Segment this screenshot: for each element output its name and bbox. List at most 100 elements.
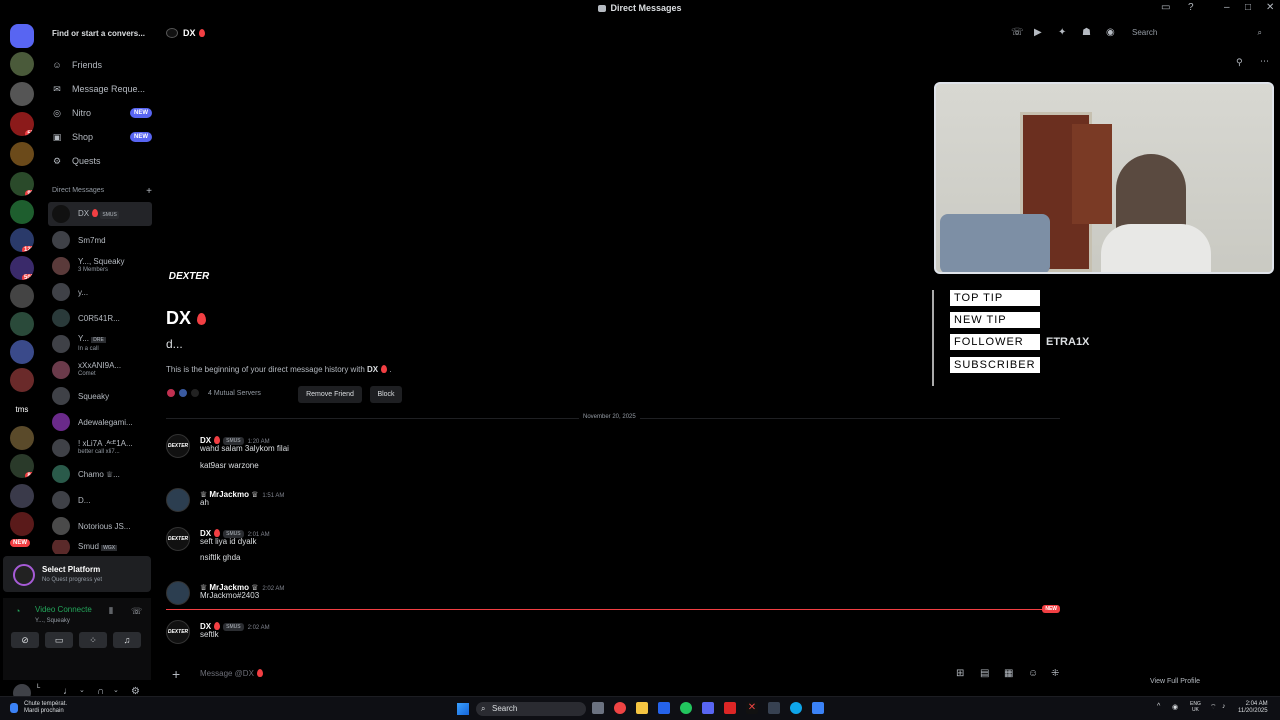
signal-icon[interactable]: ◔ <box>15 606 20 616</box>
chevron-down-icon[interactable]: ⌄ <box>113 686 119 694</box>
profile-avatar[interactable]: DEXTER <box>166 257 212 297</box>
disconnect-icon[interactable]: ☏ <box>131 606 142 617</box>
message[interactable]: ♕ MrJackmo ♕ 2:02 AM MrJackmo#2403 <box>166 579 1046 609</box>
avatar[interactable] <box>166 488 190 512</box>
whatsapp-icon[interactable] <box>680 702 692 714</box>
message-input[interactable]: Message @DX <box>200 669 263 678</box>
message-composer[interactable]: + Message @DX ⊞ ▤ ▦ ☺ ⁜ <box>166 664 1066 684</box>
camera-off-icon[interactable]: ⊘ <box>11 632 39 648</box>
message[interactable]: ♕ MrJackmo ♕ 1:51 AM ah <box>166 486 1046 516</box>
server-text-icon[interactable]: tms <box>10 398 34 422</box>
chevron-up-icon[interactable]: ^ <box>1157 703 1160 710</box>
opera-icon[interactable] <box>614 702 626 714</box>
quest-card[interactable]: Select Platform No Quest progress yet <box>3 556 151 592</box>
wifi-icon[interactable]: ⌔ <box>1210 703 1217 712</box>
remove-friend-button[interactable]: Remove Friend <box>298 386 362 403</box>
windows-start-icon[interactable] <box>457 703 469 715</box>
avatar[interactable]: DEXTER <box>166 434 190 458</box>
thermometer-icon[interactable] <box>10 703 18 713</box>
server-icon[interactable] <box>10 512 34 536</box>
minimize-button[interactable]: – <box>1224 2 1230 13</box>
volume-icon[interactable]: ♪ <box>1222 703 1226 710</box>
language-indicator[interactable]: ENG UK <box>1190 701 1201 713</box>
taskbar-search[interactable]: ⌕ Search <box>476 702 586 716</box>
weather-widget[interactable]: Chute températ. Mardi prochain <box>24 701 67 715</box>
video-call-icon[interactable]: ▶ <box>1034 27 1042 38</box>
message[interactable]: DEXTER DX SMUS 2:01 AM seft liya id dyalk … <box>166 525 1046 565</box>
server-icon[interactable]: 55 <box>10 112 34 136</box>
new-servers-badge[interactable]: NEW <box>10 539 30 547</box>
close-button[interactable]: ✕ <box>1266 2 1274 13</box>
location-icon[interactable]: ◉ <box>1172 703 1178 711</box>
server-icon[interactable] <box>10 368 34 392</box>
task-view-icon[interactable] <box>592 702 604 714</box>
dm-item[interactable]: Smud WGX <box>48 540 152 554</box>
chrome-icon[interactable] <box>790 702 802 714</box>
server-icon[interactable] <box>10 340 34 364</box>
clock[interactable]: 2:04 AM 11/20/2025 <box>1238 701 1268 715</box>
gift-icon[interactable]: ⊞ <box>956 668 964 679</box>
nav-shop[interactable]: ▣ Shop NEW <box>52 127 152 147</box>
server-icon[interactable] <box>10 52 34 76</box>
dm-item[interactable]: DX SMUS <box>48 202 152 226</box>
server-icon[interactable] <box>10 200 34 224</box>
home-discord-icon[interactable] <box>10 24 34 48</box>
server-icon[interactable] <box>10 142 34 166</box>
message[interactable]: DEXTER DX SMUS 2:02 AM seftlk <box>166 618 1046 648</box>
sticker-icon[interactable]: ▦ <box>1004 668 1013 679</box>
app-icon[interactable] <box>724 702 736 714</box>
nav-nitro[interactable]: ◎ Nitro NEW <box>52 103 152 123</box>
apps-icon[interactable]: ⁜ <box>1051 668 1059 679</box>
maximize-button[interactable]: □ <box>1245 2 1251 13</box>
find-conversation-input[interactable]: Find or start a convers... <box>52 26 152 42</box>
view-full-profile-link[interactable]: View Full Profile <box>1150 678 1200 685</box>
pin-icon[interactable]: ✦ <box>1058 27 1066 38</box>
dm-item[interactable]: D... <box>48 488 152 512</box>
gif-icon[interactable]: ▤ <box>980 668 989 679</box>
server-icon[interactable] <box>10 82 34 106</box>
server-icon[interactable]: 93 <box>10 172 34 196</box>
dm-item[interactable]: xXxANI9A... Comet <box>48 358 152 382</box>
voice-call-icon[interactable]: ☏ <box>1011 27 1024 38</box>
dm-item[interactable]: ! xLi7A .ᴬᶜᴱ1A... better call xli7... <box>48 436 152 460</box>
dm-item[interactable]: Adewalegami... <box>48 410 152 434</box>
search-input[interactable]: Search ⌕ <box>1126 25 1266 41</box>
dm-item[interactable]: Squeaky <box>48 384 152 408</box>
server-icon[interactable]: 128 <box>10 228 34 252</box>
create-dm-icon[interactable]: + <box>146 186 152 197</box>
server-icon[interactable] <box>10 312 34 336</box>
app-icon[interactable] <box>812 702 824 714</box>
nav-message-requests[interactable]: ✉ Message Reque... <box>52 79 152 99</box>
nav-quests[interactable]: ⚙ Quests <box>52 151 152 171</box>
dm-item[interactable]: Sm7md <box>48 228 152 252</box>
help-icon[interactable]: ? <box>1188 2 1194 13</box>
calculator-icon[interactable] <box>768 702 780 714</box>
more-icon[interactable]: ⋯ <box>1260 56 1269 67</box>
add-friends-icon[interactable]: ☗ <box>1082 27 1091 38</box>
server-icon[interactable]: 84 <box>10 454 34 478</box>
avatar[interactable] <box>166 581 190 605</box>
inbox-icon[interactable]: ▭ <box>1161 2 1170 13</box>
nav-friends[interactable]: ☺ Friends <box>52 55 152 75</box>
dm-item[interactable]: y... <box>48 280 152 304</box>
dm-item[interactable]: Chamo ♕... <box>48 462 152 486</box>
edge-icon[interactable] <box>658 702 670 714</box>
noise-suppression-icon[interactable]: ⦀ <box>109 606 113 617</box>
chevron-down-icon[interactable]: ⌄ <box>79 686 85 694</box>
message[interactable]: DEXTER DX SMUS 1:20 AM wahd salam 3alykom … <box>166 432 1046 472</box>
mutual-servers[interactable]: 4 Mutual Servers <box>166 388 261 398</box>
avatar[interactable]: DEXTER <box>166 527 190 551</box>
emoji-icon[interactable]: ☺ <box>1028 668 1038 679</box>
dm-item[interactable]: Y... DRE In a call <box>48 332 152 356</box>
dm-item[interactable]: Notorious JS... <box>48 514 152 538</box>
server-icon[interactable]: 507 <box>10 256 34 280</box>
attach-plus-icon[interactable]: + <box>172 666 180 682</box>
user-profile-icon[interactable]: ◉ <box>1106 27 1115 38</box>
soundboard-icon[interactable]: ♫ <box>113 632 141 648</box>
dm-item[interactable]: Y..., Squeaky 3 Members <box>48 254 152 278</box>
screen-share-icon[interactable]: ▭ <box>45 632 73 648</box>
server-icon[interactable] <box>10 284 34 308</box>
capcut-icon[interactable]: ✕ <box>746 702 758 714</box>
server-icon[interactable] <box>10 426 34 450</box>
activities-icon[interactable]: ⁘ <box>79 632 107 648</box>
